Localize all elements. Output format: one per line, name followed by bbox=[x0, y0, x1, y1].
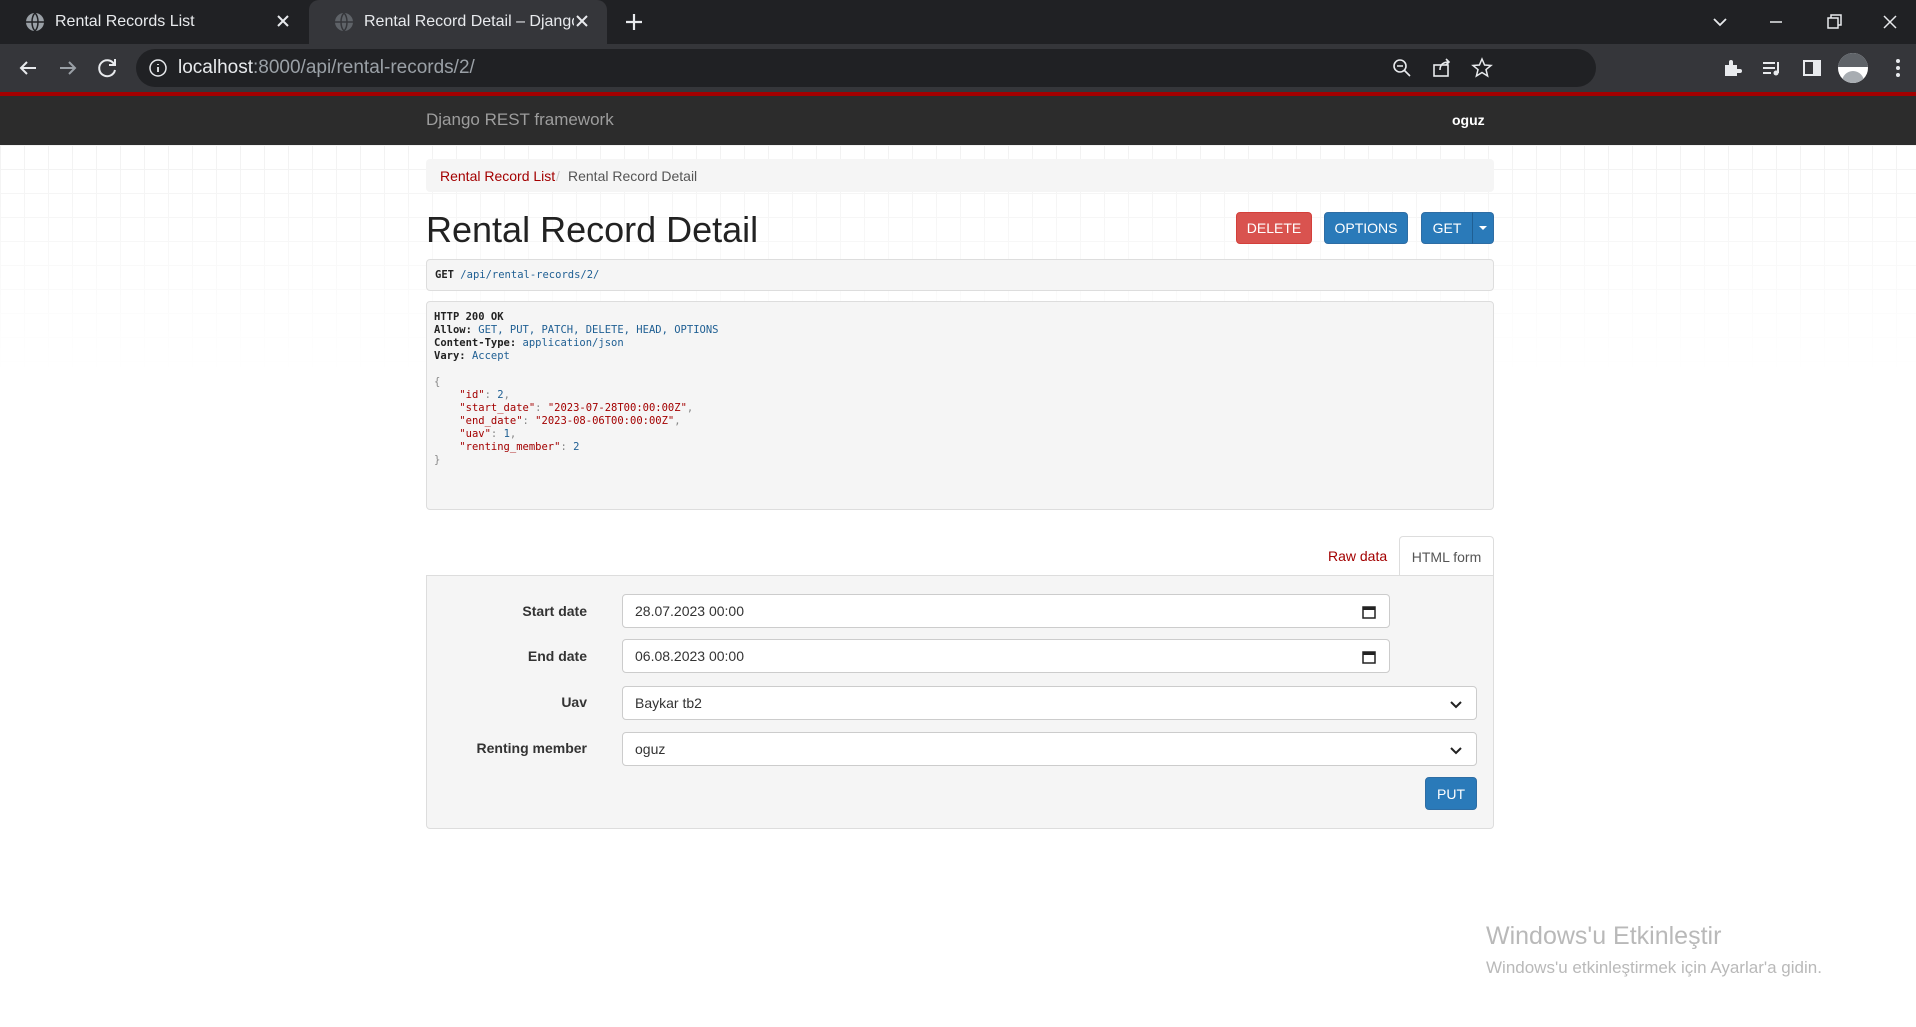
chevron-down-icon bbox=[1450, 701, 1462, 709]
browser-tab-rental-records-list[interactable]: Rental Records List bbox=[0, 0, 308, 44]
url-path: :8000/api/rental-records/2/ bbox=[253, 57, 475, 78]
options-button[interactable]: OPTIONS bbox=[1324, 212, 1408, 244]
page-title: Rental Record Detail bbox=[426, 209, 759, 250]
uav-select[interactable]: Baykar tb2 bbox=[622, 686, 1477, 720]
uav-selected-value: Baykar tb2 bbox=[635, 695, 702, 711]
tab-title: Rental Record Detail – Django REST frame… bbox=[364, 13, 574, 30]
response-header-allow: Allow: GET, PUT, PATCH, DELETE, HEAD, OP… bbox=[434, 324, 719, 336]
forward-arrow-icon[interactable] bbox=[54, 54, 82, 82]
json-open-brace: { bbox=[434, 376, 441, 388]
address-bar[interactable]: localhost:8000/api/rental-records/2/ bbox=[136, 49, 1596, 87]
json-field-end-date: "end_date": "2023-08-06T00:00:00Z", bbox=[459, 415, 681, 427]
renting-member-label: Renting member bbox=[476, 740, 587, 756]
response-header-vary: Vary: Accept bbox=[434, 350, 510, 362]
breadcrumb-separator: / bbox=[556, 168, 560, 184]
renting-member-selected-value: oguz bbox=[635, 741, 666, 757]
renting-member-select[interactable]: oguz bbox=[622, 732, 1477, 766]
globe-icon bbox=[26, 12, 44, 32]
profile-avatar[interactable] bbox=[1838, 53, 1868, 83]
start-date-value: 28.07.2023 00:00 bbox=[635, 603, 744, 619]
avatar-figure bbox=[1842, 71, 1864, 83]
response-header-content-type: Content-Type: application/json bbox=[434, 337, 624, 349]
drf-brand[interactable]: Django REST framework bbox=[426, 110, 614, 130]
zoom-icon[interactable] bbox=[1390, 56, 1414, 80]
start-date-label: Start date bbox=[522, 603, 587, 619]
back-arrow-icon[interactable] bbox=[14, 54, 42, 82]
tab-raw-data[interactable]: Raw data bbox=[1312, 536, 1403, 576]
end-date-label: End date bbox=[527, 648, 587, 664]
request-info: GET /api/rental-records/2/ bbox=[426, 259, 1494, 291]
json-field-uav: "uav": 1, bbox=[459, 428, 517, 440]
get-format-dropdown[interactable] bbox=[1472, 212, 1494, 244]
globe-icon bbox=[335, 12, 353, 32]
chevron-down-icon bbox=[1450, 747, 1462, 755]
bookmark-star-icon[interactable] bbox=[1470, 56, 1494, 80]
browser-tab-rental-record-detail[interactable]: Rental Record Detail – Django REST frame… bbox=[309, 0, 607, 44]
calendar-icon[interactable] bbox=[1361, 604, 1377, 620]
delete-button[interactable]: DELETE bbox=[1236, 212, 1312, 244]
request-method: GET bbox=[435, 269, 454, 281]
end-date-field[interactable]: 06.08.2023 00:00 bbox=[622, 639, 1390, 673]
json-field-renting-member: "renting_member": 2 bbox=[459, 441, 580, 453]
response-status: HTTP 200 OK bbox=[434, 311, 504, 323]
caret-down-icon bbox=[1479, 226, 1487, 230]
end-date-value: 06.08.2023 00:00 bbox=[635, 648, 744, 664]
breadcrumb: Rental Record List / Rental Record Detai… bbox=[426, 159, 1494, 192]
windows-activation-title: Windows'u Etkinleştir bbox=[1486, 922, 1722, 950]
url-text: localhost:8000/api/rental-records/2/ bbox=[178, 58, 475, 78]
json-close-brace: } bbox=[434, 454, 441, 466]
reload-icon[interactable] bbox=[94, 54, 122, 82]
breadcrumb-current: Rental Record Detail bbox=[568, 168, 698, 184]
url-host: localhost bbox=[178, 57, 253, 78]
calendar-icon[interactable] bbox=[1361, 649, 1377, 665]
new-tab-icon[interactable] bbox=[620, 8, 648, 36]
site-info-icon[interactable] bbox=[148, 58, 168, 78]
start-date-field[interactable]: 28.07.2023 00:00 bbox=[622, 594, 1390, 628]
user-menu[interactable]: oguz bbox=[1452, 112, 1485, 128]
request-path: /api/rental-records/2/ bbox=[460, 269, 600, 281]
tab-search-chevron-icon[interactable] bbox=[1706, 8, 1734, 36]
browser-tab-strip: Rental Records List Rental Record Detail… bbox=[0, 0, 1916, 44]
json-field-start-date: "start_date": "2023-07-28T00:00:00Z", bbox=[459, 402, 694, 414]
drf-navbar: Django REST framework oguz bbox=[0, 96, 1916, 145]
windows-activation-subtitle: Windows'u etkinleştirmek için Ayarlar'a … bbox=[1486, 958, 1822, 977]
tab-title: Rental Records List bbox=[55, 13, 195, 30]
minimize-icon[interactable] bbox=[1762, 8, 1790, 36]
browser-menu-icon[interactable] bbox=[1884, 54, 1912, 82]
close-window-icon[interactable] bbox=[1876, 8, 1904, 36]
put-form-panel: Start date 28.07.2023 00:00 End date 06.… bbox=[426, 575, 1494, 829]
tab-html-form[interactable]: HTML form bbox=[1399, 536, 1494, 576]
share-icon[interactable] bbox=[1430, 56, 1454, 80]
restore-icon[interactable] bbox=[1820, 8, 1848, 36]
close-tab-icon[interactable] bbox=[571, 10, 593, 32]
json-field-id: "id": 2, bbox=[459, 389, 510, 401]
extensions-puzzle-icon[interactable] bbox=[1718, 54, 1746, 82]
media-queue-icon[interactable] bbox=[1758, 54, 1786, 82]
put-button[interactable]: PUT bbox=[1425, 777, 1477, 810]
close-tab-icon[interactable] bbox=[272, 10, 294, 32]
breadcrumb-rental-record-list[interactable]: Rental Record List bbox=[440, 168, 555, 184]
uav-label: Uav bbox=[561, 694, 587, 710]
get-button[interactable]: GET bbox=[1421, 212, 1473, 244]
avatar-background bbox=[1838, 53, 1868, 67]
response-info: HTTP 200 OK Allow: GET, PUT, PATCH, DELE… bbox=[426, 301, 1494, 510]
side-panel-icon[interactable] bbox=[1798, 54, 1826, 82]
